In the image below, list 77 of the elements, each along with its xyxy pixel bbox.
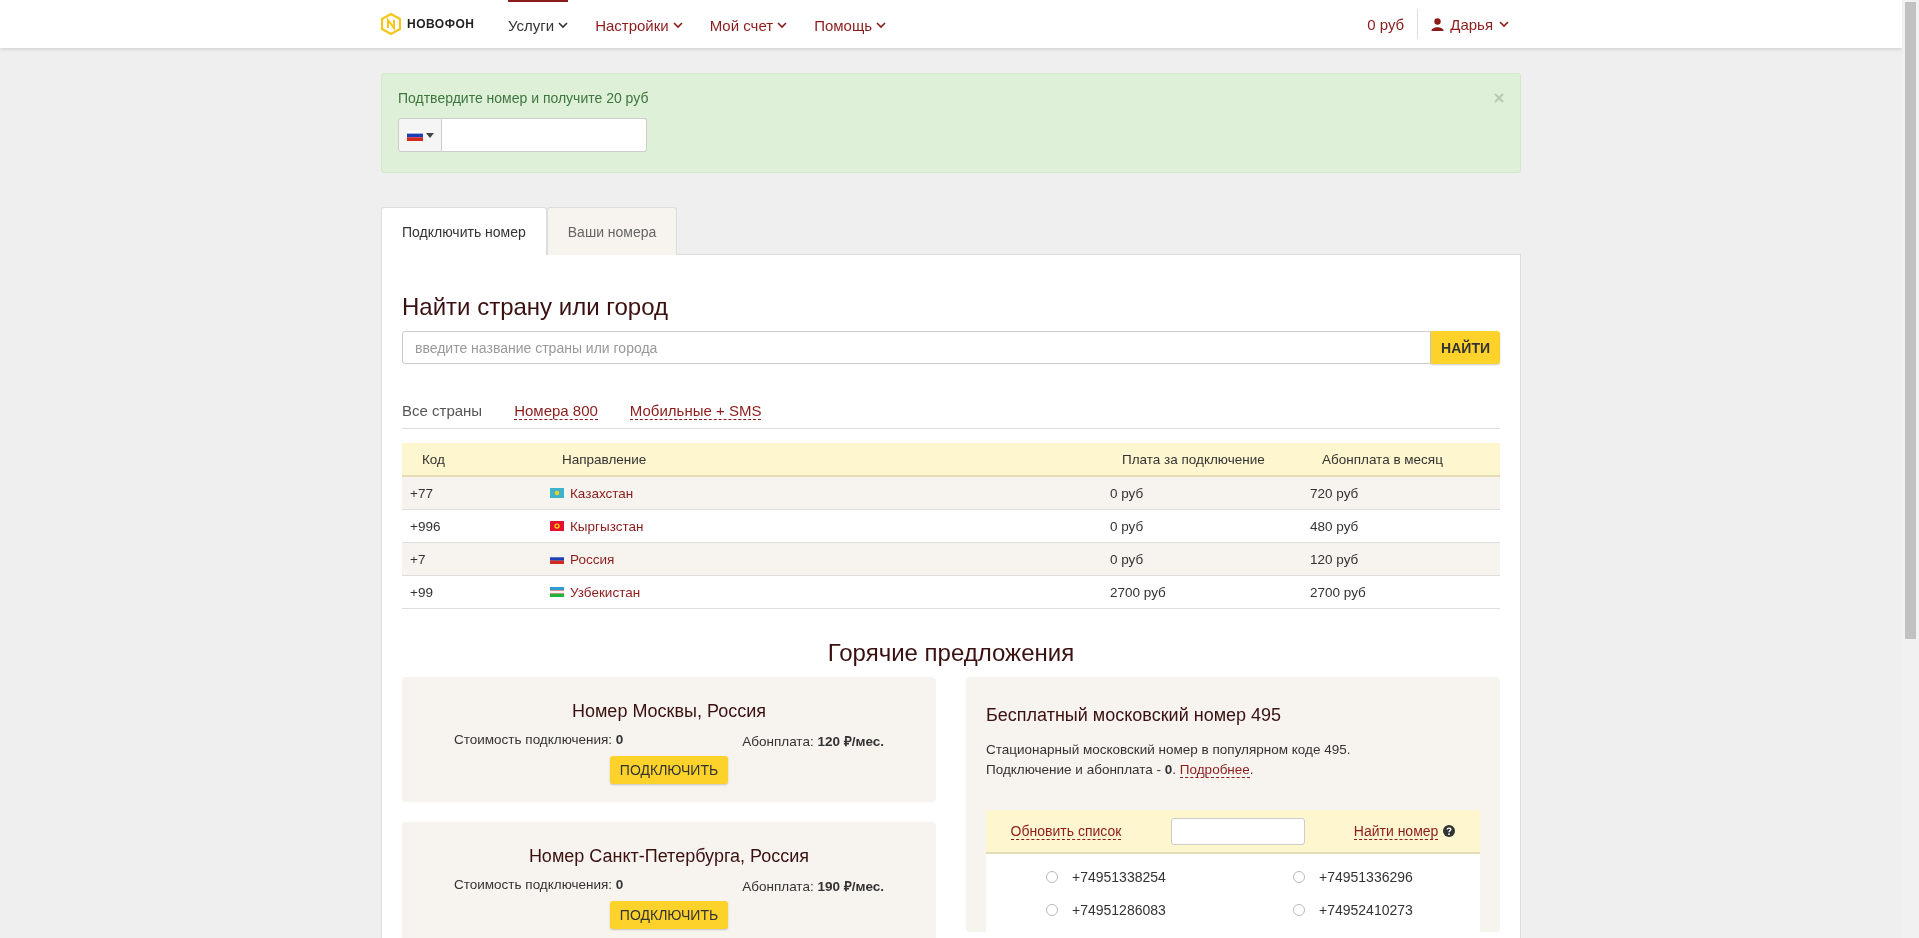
connection-cost: Стоимость подключения: 0 (454, 877, 624, 894)
search-field[interactable]: введите название страны или города (402, 331, 1432, 364)
monthly-fee: Абонплата: 120 ₽/мес. (742, 733, 884, 750)
close-icon[interactable] (1494, 93, 1504, 103)
help-icon[interactable] (1443, 825, 1456, 837)
connection-cost: Стоимость подключения: 0 (454, 732, 624, 749)
flag-icon (550, 521, 564, 531)
chevron-down-icon (876, 21, 887, 29)
country-link[interactable]: Россия (570, 551, 615, 567)
column-header: Код (421, 451, 446, 467)
radio-button[interactable] (1293, 870, 1305, 883)
filter-link[interactable]: Мобильные + SMS (629, 402, 762, 420)
radio-button[interactable] (1046, 870, 1058, 883)
connection-fee-cell-text: 2700 руб (1109, 584, 1167, 600)
terms-text: Подключение и абонплата - 0. Подробнее. (986, 761, 1255, 780)
connect-button[interactable]: ПОДКЛЮЧИТЬ (609, 901, 729, 929)
chevron-down-icon (1499, 20, 1509, 28)
find-button[interactable]: НАЙТИ (1431, 331, 1500, 364)
column-header: Направление (561, 451, 648, 467)
phone-number-option[interactable]: +74952410273 (1233, 893, 1480, 926)
connect-button[interactable]: ПОДКЛЮЧИТЬ (609, 756, 729, 784)
monthly-fee-cell-text: 2700 руб (1309, 584, 1367, 600)
caret-icon (425, 132, 434, 138)
chevron-down-icon (672, 21, 683, 29)
nav-menu-item[interactable]: Мой счет (709, 0, 788, 48)
connection-fee-cell-text: 0 руб (1109, 551, 1145, 567)
refresh-list-link[interactable]: Обновить список (1010, 822, 1122, 840)
find-number-link[interactable]: Найти номер (1353, 822, 1439, 840)
logo-icon (381, 13, 401, 35)
filter-link[interactable]: Номера 800 (514, 402, 598, 420)
more-link[interactable]: Подробнее (1179, 762, 1250, 778)
number-search-field[interactable] (1170, 817, 1305, 845)
nav-menu-item[interactable]: Услуги (508, 0, 569, 48)
connection-fee-cell-text: 0 руб (1109, 485, 1145, 501)
radio-button[interactable] (1293, 903, 1305, 916)
card-description: Стационарный московский номер в популярном коде 495. (986, 741, 1352, 759)
filter-link[interactable]: Все страны (402, 402, 483, 420)
code-cell-text: +996 (409, 518, 442, 534)
offer-title: Номер Санкт-Петербурга, Россия (528, 846, 810, 867)
phone-number-option[interactable]: +74951336296 (1233, 860, 1480, 893)
user-icon (1431, 17, 1445, 31)
country-link[interactable]: Казахстан (570, 485, 634, 501)
country-picker[interactable] (398, 118, 442, 152)
section-heading: Горячие предложения (826, 639, 1076, 667)
user-menu[interactable]: Дарья (1431, 15, 1509, 33)
code-cell-text: +77 (409, 485, 434, 501)
alert-message: Подтвердите номер и получите 20 руб (398, 90, 649, 106)
flag-icon (550, 488, 564, 498)
monthly-fee-cell-text: 720 руб (1309, 485, 1360, 501)
tab[interactable]: Подключить номер (381, 207, 547, 255)
offer-title: Номер Москвы, Россия (572, 701, 766, 722)
nav-menu-item[interactable]: Помощь (814, 0, 887, 48)
flag-icon (406, 129, 423, 141)
monthly-fee-cell-text: 480 руб (1309, 518, 1360, 534)
flag-icon (550, 587, 564, 597)
phone-input-field[interactable] (442, 118, 647, 152)
section-heading: Найти страну или город (402, 293, 669, 321)
chevron-down-icon (777, 21, 788, 29)
code-cell-text: +7 (409, 551, 427, 567)
column-header: Абонплата в месяц (1321, 451, 1444, 467)
radio-button[interactable] (1046, 903, 1058, 916)
code-cell-text: +99 (409, 584, 434, 600)
column-header: Плата за подключение (1121, 451, 1266, 467)
phone-number-option[interactable]: +74951338254 (986, 860, 1233, 893)
card-title: Бесплатный московский номер 495 (986, 705, 1283, 726)
phone-number-option[interactable]: +74951286083 (986, 893, 1233, 926)
balance-link[interactable]: 0 руб (1367, 15, 1405, 33)
chevron-down-icon (558, 21, 569, 29)
nav-menu-item[interactable]: Настройки (595, 0, 683, 48)
flag-icon (550, 554, 564, 564)
country-link[interactable]: Узбекистан (570, 584, 641, 600)
logo-text[interactable]: НОВОФОН (407, 17, 475, 31)
monthly-fee: Абонплата: 190 ₽/мес. (742, 878, 884, 895)
tab[interactable]: Ваши номера (546, 207, 678, 255)
country-link[interactable]: Кыргызстан (570, 518, 644, 534)
monthly-fee-cell-text: 120 руб (1309, 551, 1360, 567)
connection-fee-cell-text: 0 руб (1109, 518, 1145, 534)
